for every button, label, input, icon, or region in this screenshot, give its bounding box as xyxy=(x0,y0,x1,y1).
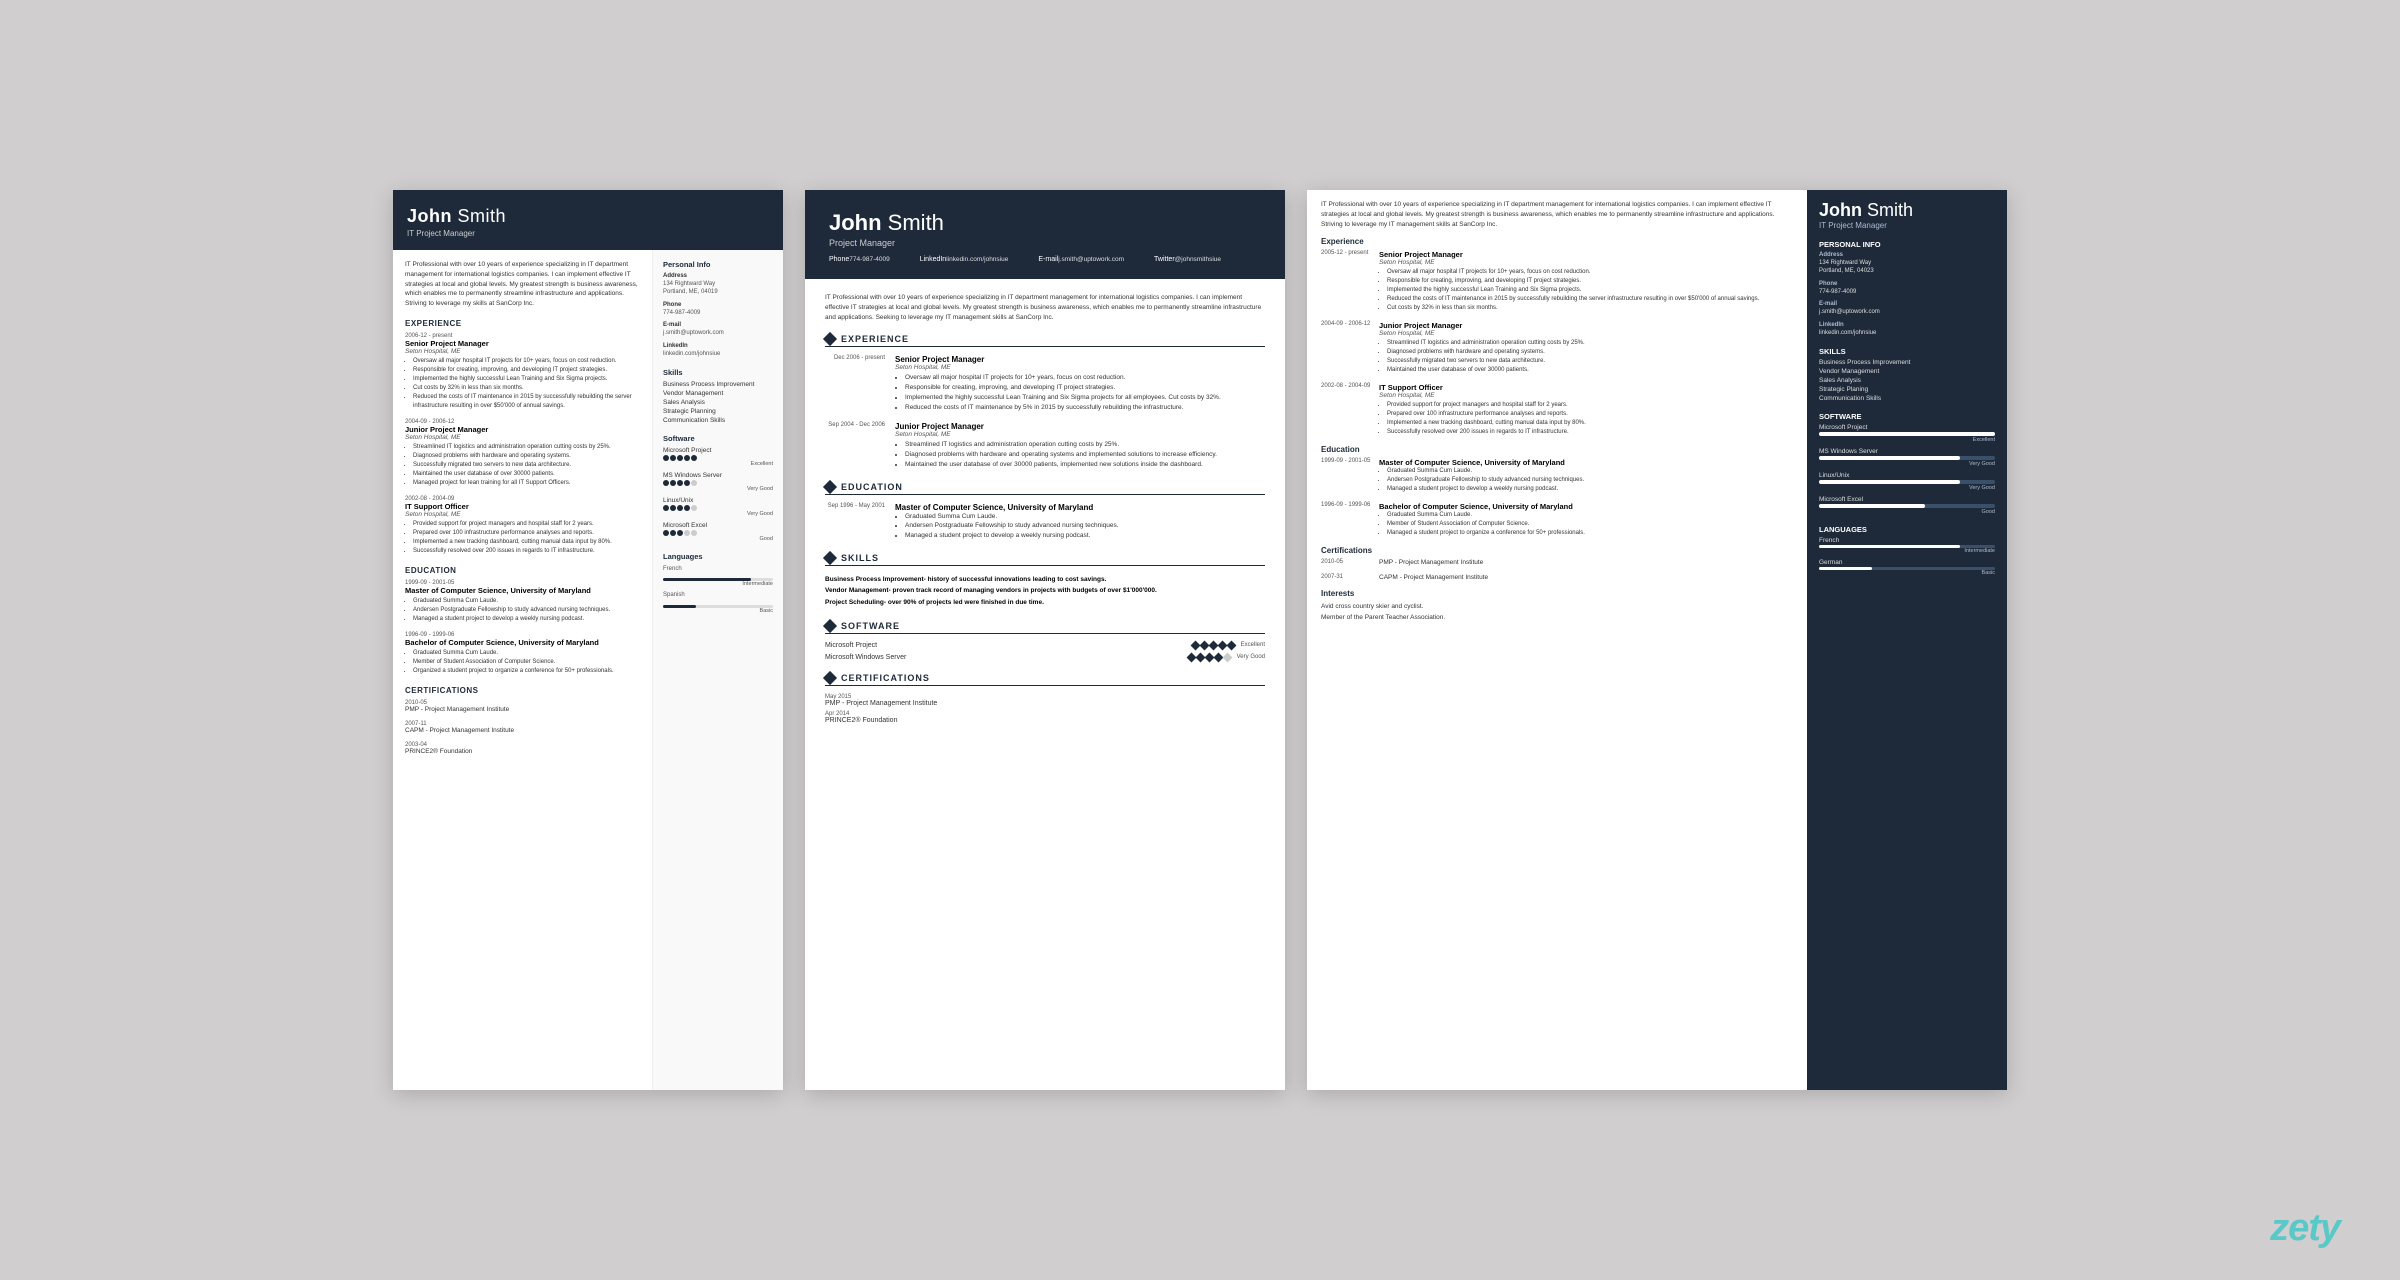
resume2-skills-title: SKILLS xyxy=(825,553,1265,566)
resume2-exp-1: Sep 2004 - Dec 2006 Junior Project Manag… xyxy=(825,422,1265,469)
resume3-exp-1: 2004-09 - 2006-12 Junior Project Manager… xyxy=(1321,321,1793,375)
resume2-name: John Smith xyxy=(829,210,1261,236)
resume2-edu-0: Sep 1996 - May 2001 Master of Computer S… xyxy=(825,503,1265,541)
resume1-certs-title: Certifications xyxy=(405,686,640,695)
resume3-sw-0: Microsoft Project Excellent xyxy=(1819,424,1995,443)
resume2-header: John Smith Project Manager Phone774-987-… xyxy=(805,190,1285,279)
resume1-education-title: Education xyxy=(405,566,640,575)
resume2-exp-0: Dec 2006 - present Senior Project Manage… xyxy=(825,355,1265,412)
resume3-main: IT Professional with over 10 years of ex… xyxy=(1307,190,1807,1090)
resume-card-2: John Smith Project Manager Phone774-987-… xyxy=(805,190,1285,1090)
resume1-body: IT Professional with over 10 years of ex… xyxy=(393,250,783,1090)
resume1-name: John Smith xyxy=(407,206,769,227)
resume2-skills: Business Process Improvement- history of… xyxy=(825,574,1265,609)
resume3-exp-0: 2005-12 - present Senior Project Manager… xyxy=(1321,250,1793,313)
resume1-experience-title: Experience xyxy=(405,319,640,328)
resume1-sw-0: Microsoft Project Excellent xyxy=(663,447,773,467)
resume1-header: John Smith IT Project Manager xyxy=(393,190,783,250)
resume-card-1: John Smith IT Project Manager IT Profess… xyxy=(393,190,783,1090)
resume3-edu-0: 1999-09 - 2001-05 Master of Computer Sci… xyxy=(1321,458,1793,494)
resume2-cert-1: Apr 2014 PRINCE2® Foundation xyxy=(825,711,1265,724)
resume1-cert-2: 2003-04 PRINCE2® Foundation xyxy=(405,742,640,755)
resume2-education-title: EDUCATION xyxy=(825,482,1265,495)
resume3-sw-1: MS Windows Server Very Good xyxy=(1819,448,1995,467)
resume2-body: IT Professional with over 10 years of ex… xyxy=(805,279,1285,742)
resume3-lang-1: German Basic xyxy=(1819,559,1995,576)
resume2-sw-0: Microsoft Project Excellent xyxy=(825,642,1265,649)
resume1-sw-2: Linux/Unix Very Good xyxy=(663,497,773,517)
resume1-edu-1: 1996-09 - 1999-06 Bachelor of Computer S… xyxy=(405,632,640,676)
resume3-lang-0: French Intermediate xyxy=(1819,537,1995,554)
resume1-sw-1: MS Windows Server Very Good xyxy=(663,472,773,492)
resume1-cert-0: 2010-05 PMP - Project Management Institu… xyxy=(405,700,640,713)
resume2-contact: Phone774-987-4009 LinkedInlinkedin.com/j… xyxy=(829,256,1261,263)
resume1-lang-0: French Intermediate xyxy=(663,565,773,587)
resume3-sw-2: Linux/Unix Very Good xyxy=(1819,472,1995,491)
resume3-cert-0: 2010-05 PMP - Project Management Institu… xyxy=(1321,559,1793,566)
resume1-cert-1: 2007-11 CAPM - Project Management Instit… xyxy=(405,721,640,734)
resume3-cert-1: 2007-31 CAPM - Project Management Instit… xyxy=(1321,574,1793,581)
resume2-sw-1: Microsoft Windows Server Very Good xyxy=(825,654,1265,661)
resume3-sw-3: Microsoft Excel Good xyxy=(1819,496,1995,515)
resume1-exp-1: 2004-09 - 2006-12 Junior Project Manager… xyxy=(405,419,640,488)
resume1-exp-2: 2002-08 - 2004-09 IT Support Officer Set… xyxy=(405,496,640,556)
resume3-exp-2: 2002-08 - 2004-09 IT Support Officer Set… xyxy=(1321,383,1793,437)
resume3-edu-1: 1996-09 - 1999-06 Bachelor of Computer S… xyxy=(1321,502,1793,538)
zety-watermark: zety xyxy=(2270,1207,2340,1250)
resume1-lang-1: Spanish Basic xyxy=(663,591,773,613)
resume3-name: John Smith xyxy=(1819,200,1995,221)
resume1-title: IT Project Manager xyxy=(407,229,769,238)
resume-card-3: IT Professional with over 10 years of ex… xyxy=(1307,190,2007,1090)
resume1-edu-0: 1999-09 - 2001-05 Master of Computer Sci… xyxy=(405,580,640,624)
resume1-sw-3: Microsoft Excel Good xyxy=(663,522,773,542)
resume1-exp-0: 2006-12 - present Senior Project Manager… xyxy=(405,333,640,411)
resume1-sidebar: Personal Info Address 134 Rightward Way … xyxy=(653,250,783,1090)
resume1-summary: IT Professional with over 10 years of ex… xyxy=(405,260,640,309)
page-wrapper: John Smith IT Project Manager IT Profess… xyxy=(0,0,2400,1280)
resume1-main: IT Professional with over 10 years of ex… xyxy=(393,250,653,1090)
resume2-certs-title: CERTIFICATIONS xyxy=(825,673,1265,686)
resume2-software-title: SOFTWARE xyxy=(825,621,1265,634)
resume2-experience-title: EXPERIENCE xyxy=(825,334,1265,347)
resume2-cert-0: May 2015 PMP - Project Management Instit… xyxy=(825,694,1265,707)
resume3-sidebar: John Smith IT Project Manager Personal I… xyxy=(1807,190,2007,1090)
